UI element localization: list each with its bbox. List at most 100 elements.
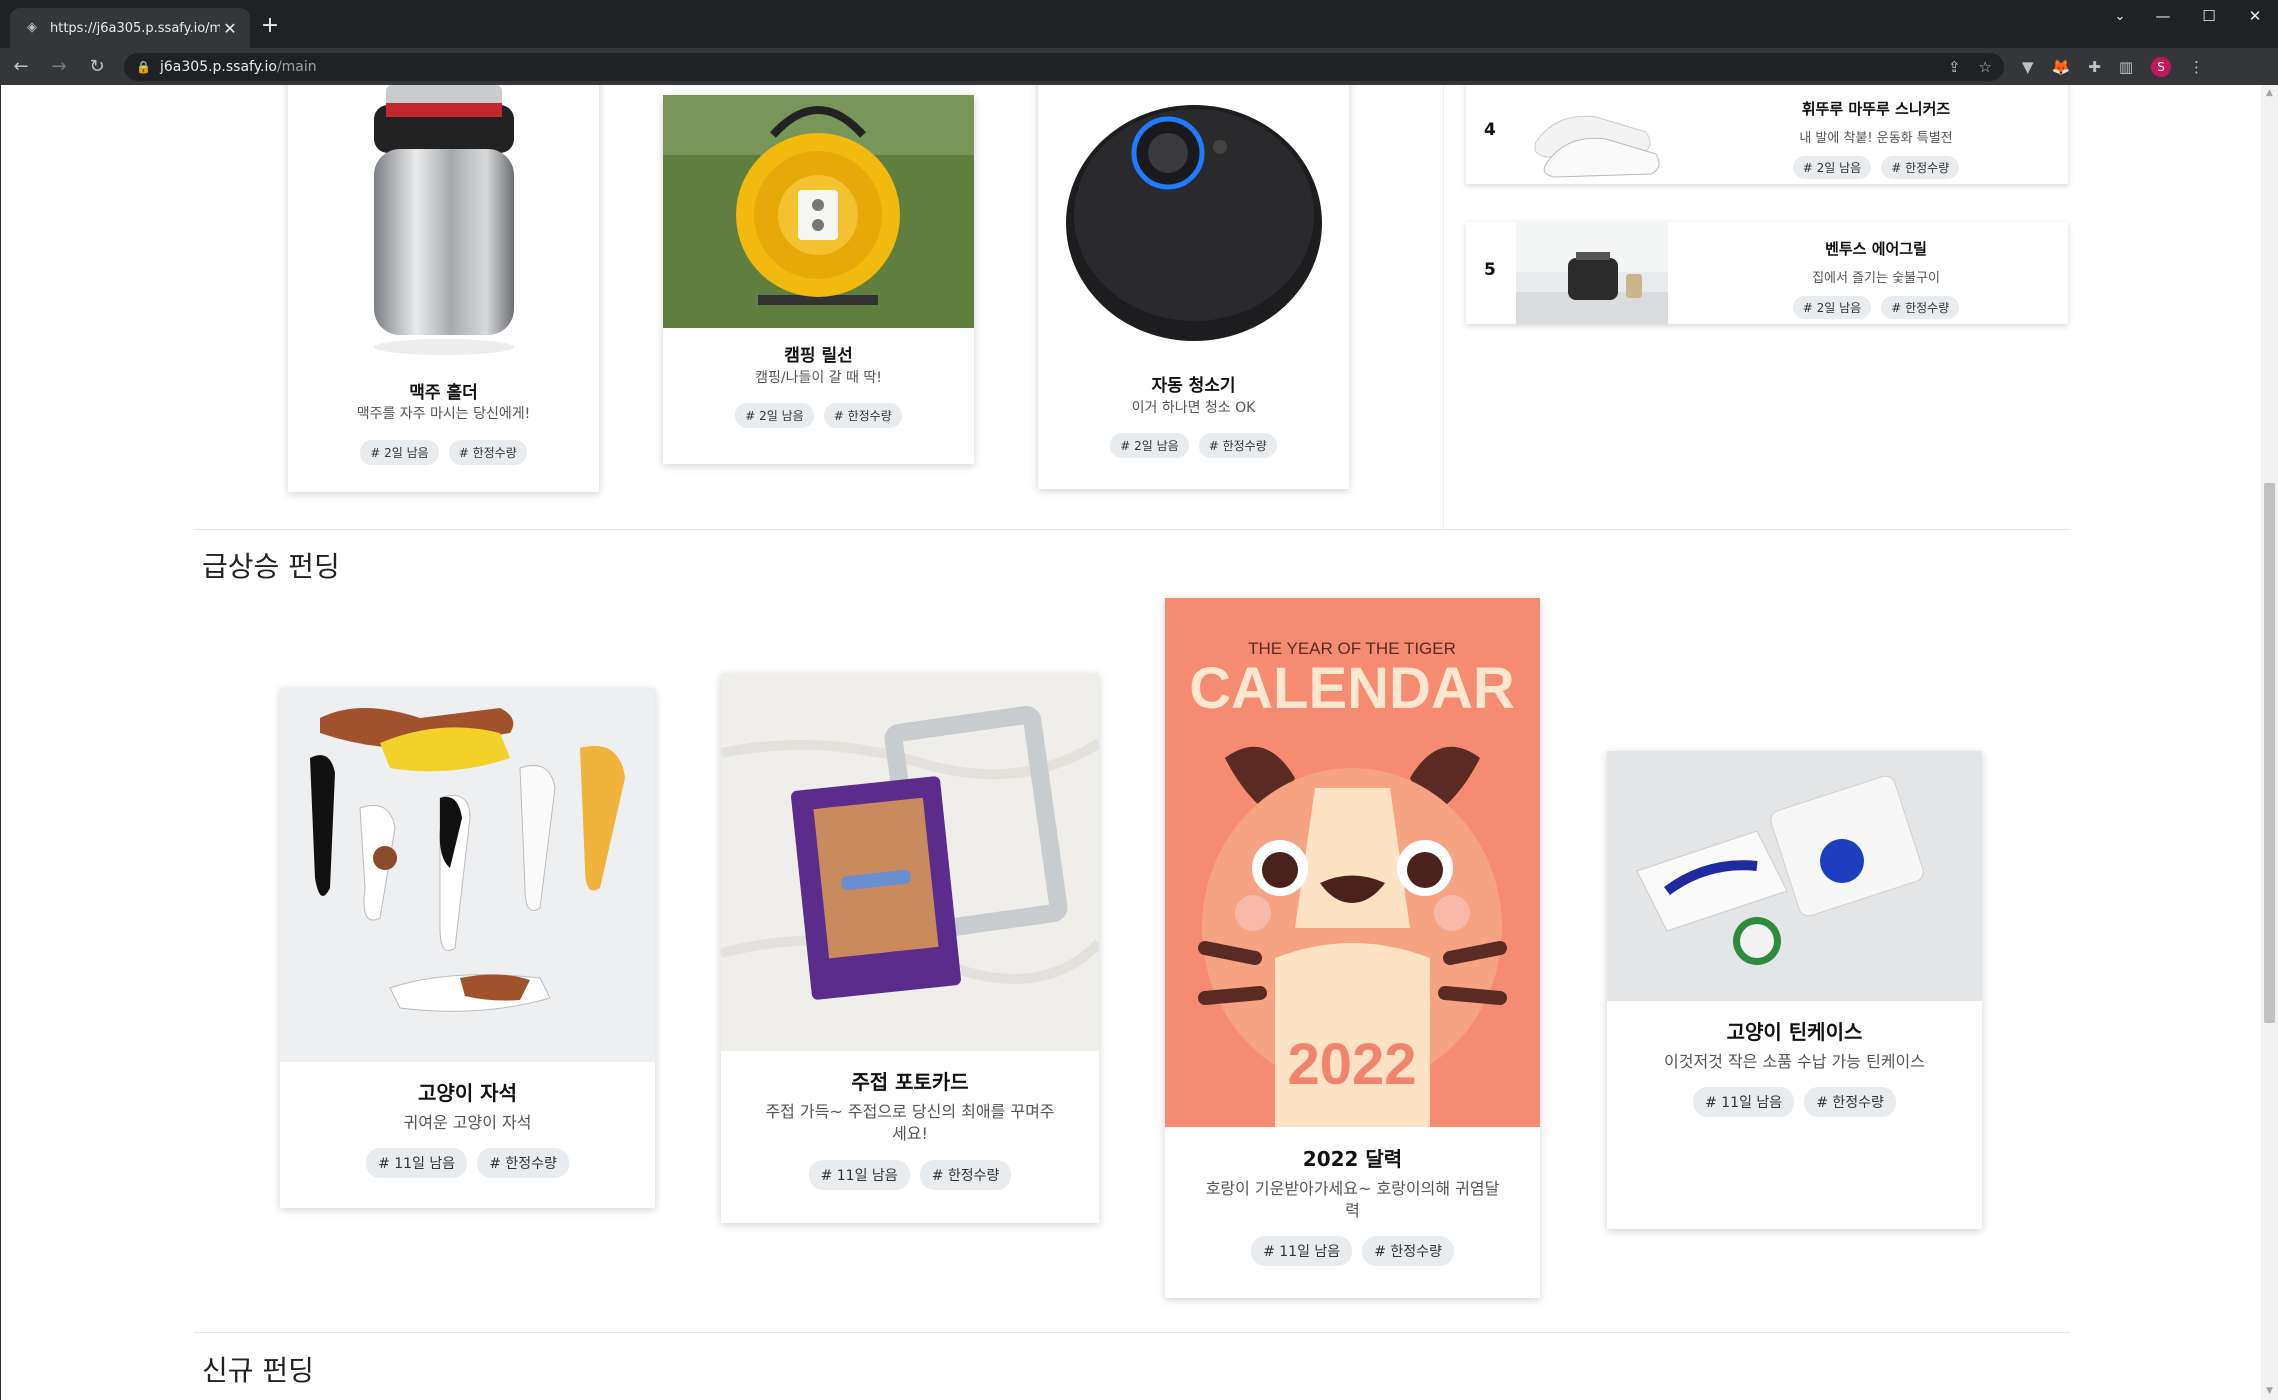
card-title: 고양이 틴케이스 xyxy=(1726,1020,1863,1044)
bookmark-star-icon[interactable]: ☆ xyxy=(1979,58,1992,76)
chip-group: # 2일 남음 # 한정수량 xyxy=(1706,156,2046,179)
address-bar[interactable]: 🔒 j6a305.p.ssafy.io/main ⇪ ☆ xyxy=(124,52,2004,81)
scroll-up-arrow-icon[interactable]: ▲ xyxy=(2261,85,2278,102)
chip-group: # 2일 남음 # 한정수량 xyxy=(288,440,599,465)
forward-icon[interactable]: → xyxy=(42,52,76,82)
robot-cleaner-image xyxy=(1038,85,1349,357)
card-title: 맥주 홀더 xyxy=(409,383,478,403)
close-window-icon[interactable]: ✕ xyxy=(2232,0,2278,32)
browser-toolbar: ← → ↻ 🔒 j6a305.p.ssafy.io/main ⇪ ☆ ▼ 🦊 ✚… xyxy=(0,48,2278,85)
ranking-title: 휘뚜루 마뚜루 스니커즈 xyxy=(1801,100,1951,118)
page-scrollbar[interactable]: ▲ ▼ xyxy=(2261,85,2278,1400)
minimize-icon[interactable]: — xyxy=(2140,0,2186,32)
ranking-info: 휘뚜루 마뚜루 스니커즈 내 발에 착붙! 운동화 특별전 # 2일 남음 # … xyxy=(1706,98,2046,179)
product-card-calendar[interactable]: THE YEAR OF THE TIGER CALENDAR 2022 2022… xyxy=(1165,598,1540,1298)
vue-devtools-icon[interactable]: ▼ xyxy=(2022,58,2034,76)
ranking-title: 벤투스 에어그릴 xyxy=(1825,240,1927,258)
days-left-chip: # 11일 남음 xyxy=(1251,1236,1353,1266)
limited-chip: # 한정수량 xyxy=(1881,296,1960,319)
product-card-photocard[interactable]: 주접 포토카드 주접 가득~ 주접으로 당신의 최애를 꾸며주세요! # 11일… xyxy=(721,673,1099,1223)
chip-group: # 11일 남음 # 한정수량 xyxy=(1607,1087,1982,1117)
beer-holder-image xyxy=(288,85,599,365)
section-title-rising: 급상승 펀딩 xyxy=(202,550,340,583)
ranking-item[interactable]: 4 휘뚜루 마뚜루 스니커즈 내 발에 착붙! 운동화 특별전 # 2일 남음 … xyxy=(1466,85,2068,184)
profile-avatar[interactable]: S xyxy=(2151,56,2171,77)
days-left-chip: # 2일 남음 xyxy=(1792,156,1872,179)
card-title: 캠핑 릴선 xyxy=(784,346,853,366)
menu-kebab-icon[interactable]: ⋮ xyxy=(2189,58,2204,76)
days-left-chip: # 2일 남음 xyxy=(360,440,439,465)
calendar-image: THE YEAR OF THE TIGER CALENDAR 2022 xyxy=(1165,598,1540,1127)
globe-icon: ◈ xyxy=(27,20,37,35)
limited-chip: # 한정수량 xyxy=(448,440,527,465)
product-card-tin-case[interactable]: 고양이 틴케이스 이것저것 작은 소품 수납 가능 틴케이스 # 11일 남음 … xyxy=(1607,751,1982,1229)
chip-group: # 11일 남음 # 한정수량 xyxy=(1165,1236,1540,1266)
reload-icon[interactable]: ↻ xyxy=(80,52,114,82)
chip-group: # 11일 남음 # 한정수량 xyxy=(721,1160,1099,1190)
limited-chip: # 한정수량 xyxy=(1362,1236,1454,1266)
sneakers-image xyxy=(1516,85,1668,184)
days-left-chip: # 2일 남음 xyxy=(1792,296,1872,319)
card-description: 이거 하나면 청소 OK xyxy=(1131,400,1256,416)
card-title: 주접 포토카드 xyxy=(851,1070,969,1094)
card-description: 이것저것 작은 소품 수납 가능 틴케이스 xyxy=(1664,1052,1925,1071)
lock-icon[interactable]: 🔒 xyxy=(136,60,152,74)
limited-chip: # 한정수량 xyxy=(1804,1087,1896,1117)
chip-group: # 11일 남음 # 한정수량 xyxy=(280,1148,655,1178)
page-viewport: 맥주 홀더 맥주를 자주 마시는 당신에게! # 2일 남음 # 한정수량 캠핑… xyxy=(0,85,2278,1400)
card-description: 주접 가득~ 주접으로 당신의 최애를 꾸며주세요! xyxy=(765,1102,1055,1144)
card-description: 맥주를 자주 마시는 당신에게! xyxy=(356,406,531,422)
ranking-description: 집에서 즐기는 숯불구이 xyxy=(1812,271,1940,286)
days-left-chip: # 11일 남음 xyxy=(1693,1087,1795,1117)
product-card-cat-magnet[interactable]: 고양이 자석 귀여운 고양이 자석 # 11일 남음 # 한정수량 xyxy=(280,688,655,1208)
rank-number: 4 xyxy=(1484,120,1496,140)
card-title: 고양이 자석 xyxy=(418,1081,517,1105)
url-host: j6a305.p.ssafy.io xyxy=(160,58,277,75)
ranking-info: 벤투스 에어그릴 집에서 즐기는 숯불구이 # 2일 남음 # 한정수량 xyxy=(1706,238,2046,319)
rank-number: 5 xyxy=(1484,260,1496,280)
card-title: 자동 청소기 xyxy=(1151,376,1236,396)
days-left-chip: # 11일 남음 xyxy=(366,1148,468,1178)
extensions-puzzle-icon[interactable]: ✚ xyxy=(2088,58,2101,76)
chip-group: # 2일 남음 # 한정수량 xyxy=(663,403,974,428)
metamask-icon[interactable]: 🦊 xyxy=(2052,58,2071,76)
extensions-area: ▼ 🦊 ✚ ▥ S ⋮ xyxy=(2022,56,2204,77)
tab-title: https://j6a305.p.ssafy.io/main xyxy=(50,20,220,36)
section-title-new: 신규 펀딩 xyxy=(202,1354,314,1387)
card-description: 호랑이 기운받아가세요~ 호랑이의해 귀염달력 xyxy=(1205,1179,1500,1221)
product-card-beer-holder[interactable]: 맥주 홀더 맥주를 자주 마시는 당신에게! # 2일 남음 # 한정수량 xyxy=(288,85,599,492)
days-left-chip: # 11일 남음 xyxy=(808,1160,910,1190)
side-panel-icon[interactable]: ▥ xyxy=(2119,58,2133,76)
window-controls: ⌄ — ☐ ✕ xyxy=(2100,0,2278,32)
back-icon[interactable]: ← xyxy=(4,52,38,82)
card-description: 캠핑/나들이 갈 때 딱! xyxy=(755,370,882,386)
limited-chip: # 한정수량 xyxy=(823,403,902,428)
camping-reel-image xyxy=(663,95,974,328)
section-divider xyxy=(194,1332,2070,1333)
days-left-chip: # 2일 남음 xyxy=(735,403,814,428)
chip-group: # 2일 남음 # 한정수량 xyxy=(1706,296,2046,319)
air-grill-image xyxy=(1516,222,1668,324)
scrollbar-thumb[interactable] xyxy=(2264,483,2275,1023)
section-divider xyxy=(194,529,2070,530)
limited-chip: # 한정수량 xyxy=(477,1148,569,1178)
url-path: /main xyxy=(276,58,317,75)
ranking-item[interactable]: 5 벤투스 에어그릴 집에서 즐기는 숯불구이 # 2일 남음 # 한정수량 xyxy=(1466,222,2068,324)
scroll-down-arrow-icon[interactable]: ▼ xyxy=(2261,1383,2278,1400)
cat-magnet-image xyxy=(280,688,655,1062)
column-divider xyxy=(1443,85,1444,529)
maximize-icon[interactable]: ☐ xyxy=(2186,0,2232,32)
limited-chip: # 한정수량 xyxy=(1198,433,1277,458)
product-card-camping-reel[interactable]: 캠핑 릴선 캠핑/나들이 갈 때 딱! # 2일 남음 # 한정수량 xyxy=(663,95,974,464)
tab-search-icon[interactable]: ⌄ xyxy=(2100,0,2140,32)
product-card-robot-cleaner[interactable]: 자동 청소기 이거 하나면 청소 OK # 2일 남음 # 한정수량 xyxy=(1038,85,1349,489)
ranking-description: 내 발에 착붙! 운동화 특별전 xyxy=(1799,131,1953,146)
close-tab-icon[interactable]: ✕ xyxy=(220,19,240,38)
calendar-poster-heading: CALENDAR xyxy=(1189,656,1514,721)
share-icon[interactable]: ⇪ xyxy=(1948,58,1961,76)
limited-chip: # 한정수량 xyxy=(919,1160,1012,1190)
browser-tab[interactable]: ◈ https://j6a305.p.ssafy.io/main ✕ xyxy=(10,8,250,48)
chip-group: # 2일 남음 # 한정수량 xyxy=(1038,433,1349,458)
new-tab-icon[interactable]: + xyxy=(258,14,282,38)
photocard-image xyxy=(721,673,1099,1051)
